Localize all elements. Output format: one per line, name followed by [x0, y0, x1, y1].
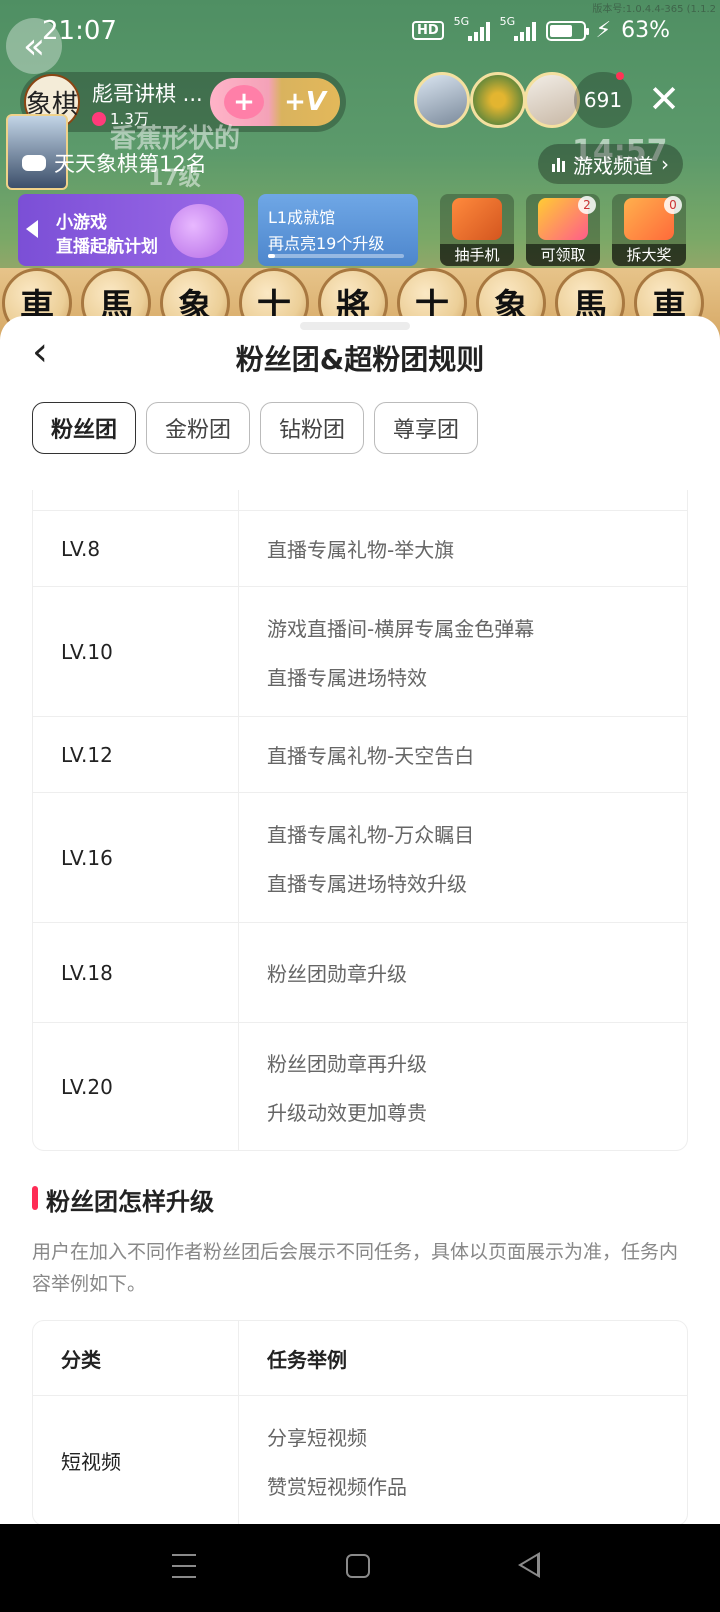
- category-cell: 短视频: [33, 1396, 239, 1524]
- signal-icon: 5G: [454, 15, 490, 41]
- table-row: LV.20 粉丝团勋章再升级 升级动效更加尊贵: [33, 1022, 687, 1150]
- activity-claimable[interactable]: 2 可领取: [526, 194, 600, 266]
- viewer-avatar[interactable]: [524, 72, 580, 128]
- achievement-progress: [268, 254, 404, 258]
- reward-text: 直播专属进场特效: [267, 665, 427, 690]
- version-watermark: 版本号:1.0.4.4-365 (1.1.2: [592, 4, 716, 15]
- gamepad-icon: [22, 155, 46, 171]
- table-row: LV.12 直播专属礼物-天空告白: [33, 716, 687, 792]
- game-rank-text: 天天象棋第12名: [54, 152, 207, 176]
- drag-handle[interactable]: [300, 322, 410, 330]
- signal-label: 5G: [499, 14, 516, 28]
- tab-fan-club[interactable]: 粉丝团: [32, 402, 137, 454]
- reward-text: 直播专属礼物-举大旗: [267, 538, 455, 562]
- level-cell: LV.8: [33, 511, 239, 586]
- heart-plus-icon: +: [224, 85, 264, 119]
- mini-game-promo[interactable]: 小游戏 直播起航计划: [18, 194, 244, 266]
- close-icon[interactable]: ✕: [644, 76, 684, 122]
- super-fan-icon: +V: [284, 87, 326, 117]
- fan-club-rules-sheet: ‹ 粉丝团&超粉团规则 粉丝团 金粉团 钻粉团 尊享团 LV.8 直播专属礼物-…: [0, 316, 720, 1524]
- section-title: 粉丝团怎样升级: [32, 1182, 214, 1217]
- task-text: 分享短视频: [267, 1425, 367, 1450]
- promo-subtitle: 直播起航计划: [56, 237, 158, 257]
- arrow-left-icon: [26, 220, 38, 238]
- live-back-icon[interactable]: «: [6, 18, 62, 74]
- game-channel-button[interactable]: 游戏频道 ›: [538, 144, 683, 184]
- battery-level: 63%: [621, 18, 670, 43]
- tab-diamond-fan[interactable]: 钻粉团: [260, 402, 365, 454]
- reward-text: 直播专属礼物-万众瞩目: [267, 822, 475, 847]
- tab-premium-fan[interactable]: 尊享团: [374, 402, 479, 454]
- reward-text: 直播专属礼物-天空告白: [267, 744, 475, 768]
- heart-icon: [92, 111, 106, 126]
- hd-badge: HD: [411, 21, 444, 40]
- table-row: 短视频 分享短视频 赞赏短视频作品: [33, 1395, 687, 1524]
- phone-gift-icon: [452, 198, 502, 240]
- reward-text: 游戏直播间-横屏专属金色弹幕: [267, 616, 535, 641]
- signal-label: 5G: [453, 14, 470, 28]
- table-row: LV.16 直播专属礼物-万众瞩目 直播专属进场特效升级: [33, 792, 687, 922]
- channel-label: 游戏频道: [573, 153, 653, 178]
- promo-title: 小游戏: [56, 213, 107, 233]
- tier-tabs: 粉丝团 金粉团 钻粉团 尊享团: [32, 402, 479, 454]
- live-room-background: 車 馬 象 士 將 士 象 馬 車 版本号:1.0.4.4-365 (1.1.2…: [0, 0, 720, 340]
- viewer-avatar[interactable]: [414, 72, 470, 128]
- viewer-count[interactable]: 691: [574, 72, 632, 128]
- back-triangle-icon[interactable]: [518, 1552, 540, 1578]
- reward-text: 直播专属进场特效升级: [267, 871, 467, 896]
- battery-icon: [545, 20, 589, 41]
- section-description: 用户在加入不同作者粉丝团后会展示不同任务，具体以页面展示为准，任务内容举例如下。: [32, 1241, 679, 1295]
- status-bar: 版本号:1.0.4.4-365 (1.1.2 21:07 HD 5G 5G ⚡ …: [0, 0, 720, 62]
- task-examples-table: 分类 任务举例 短视频 分享短视频 赞赏短视频作品: [32, 1320, 688, 1524]
- column-header: 分类: [33, 1321, 239, 1395]
- table-header-row: 分类 任务举例: [33, 1321, 687, 1395]
- game-rank-label[interactable]: 天天象棋第12名: [22, 148, 207, 178]
- level-cell: LV.12: [33, 717, 239, 792]
- table-row: LV.18 粉丝团勋章升级: [33, 922, 687, 1022]
- level-cell: LV.16: [33, 793, 239, 922]
- count-badge: 0: [664, 196, 682, 214]
- column-header: 任务举例: [267, 1347, 347, 1372]
- count-badge: 2: [578, 196, 596, 214]
- level-cell: LV.10: [33, 587, 239, 716]
- chevron-right-icon: ›: [661, 152, 669, 176]
- sheet-title: 粉丝团&超粉团规则: [235, 343, 485, 376]
- tab-gold-fan[interactable]: 金粉团: [146, 402, 251, 454]
- activity-draw-phone[interactable]: 抽手机: [440, 194, 514, 266]
- home-icon[interactable]: [346, 1554, 370, 1578]
- achievement-subtitle: 再点亮19个升级: [268, 234, 385, 253]
- reward-text: 粉丝团勋章再升级: [267, 1051, 427, 1076]
- level-rewards-table: LV.8 直播专属礼物-举大旗 LV.10 游戏直播间-横屏专属金色弹幕 直播专…: [32, 490, 688, 1151]
- achievement-title: L1成就馆: [268, 208, 336, 227]
- activity-label: 拆大奖: [612, 244, 686, 266]
- activity-open-prize[interactable]: 0 拆大奖: [612, 194, 686, 266]
- table-row: [33, 490, 687, 510]
- system-nav-bar: [0, 1524, 720, 1612]
- reward-text: 升级动效更加尊贵: [267, 1100, 427, 1125]
- mascot-icon: [170, 204, 228, 258]
- activity-label: 抽手机: [440, 244, 514, 266]
- menu-icon[interactable]: [172, 1554, 196, 1578]
- level-cell: LV.18: [33, 923, 239, 1022]
- level-cell: LV.20: [33, 1023, 239, 1150]
- table-row: LV.8 直播专属礼物-举大旗: [33, 510, 687, 586]
- achievement-card[interactable]: L1成就馆 再点亮19个升级: [258, 194, 418, 266]
- table-row: LV.10 游戏直播间-横屏专属金色弹幕 直播专属进场特效: [33, 586, 687, 716]
- task-text: 赞赏短视频作品: [267, 1474, 407, 1499]
- activity-label: 可领取: [526, 244, 600, 266]
- bars-icon: [552, 156, 565, 172]
- viewer-avatar[interactable]: [470, 72, 526, 128]
- signal-icon: 5G: [500, 15, 536, 41]
- reward-text: 粉丝团勋章升级: [267, 962, 407, 986]
- host-name: 彪哥讲棋 ...: [92, 82, 203, 106]
- charging-icon: ⚡: [595, 18, 612, 43]
